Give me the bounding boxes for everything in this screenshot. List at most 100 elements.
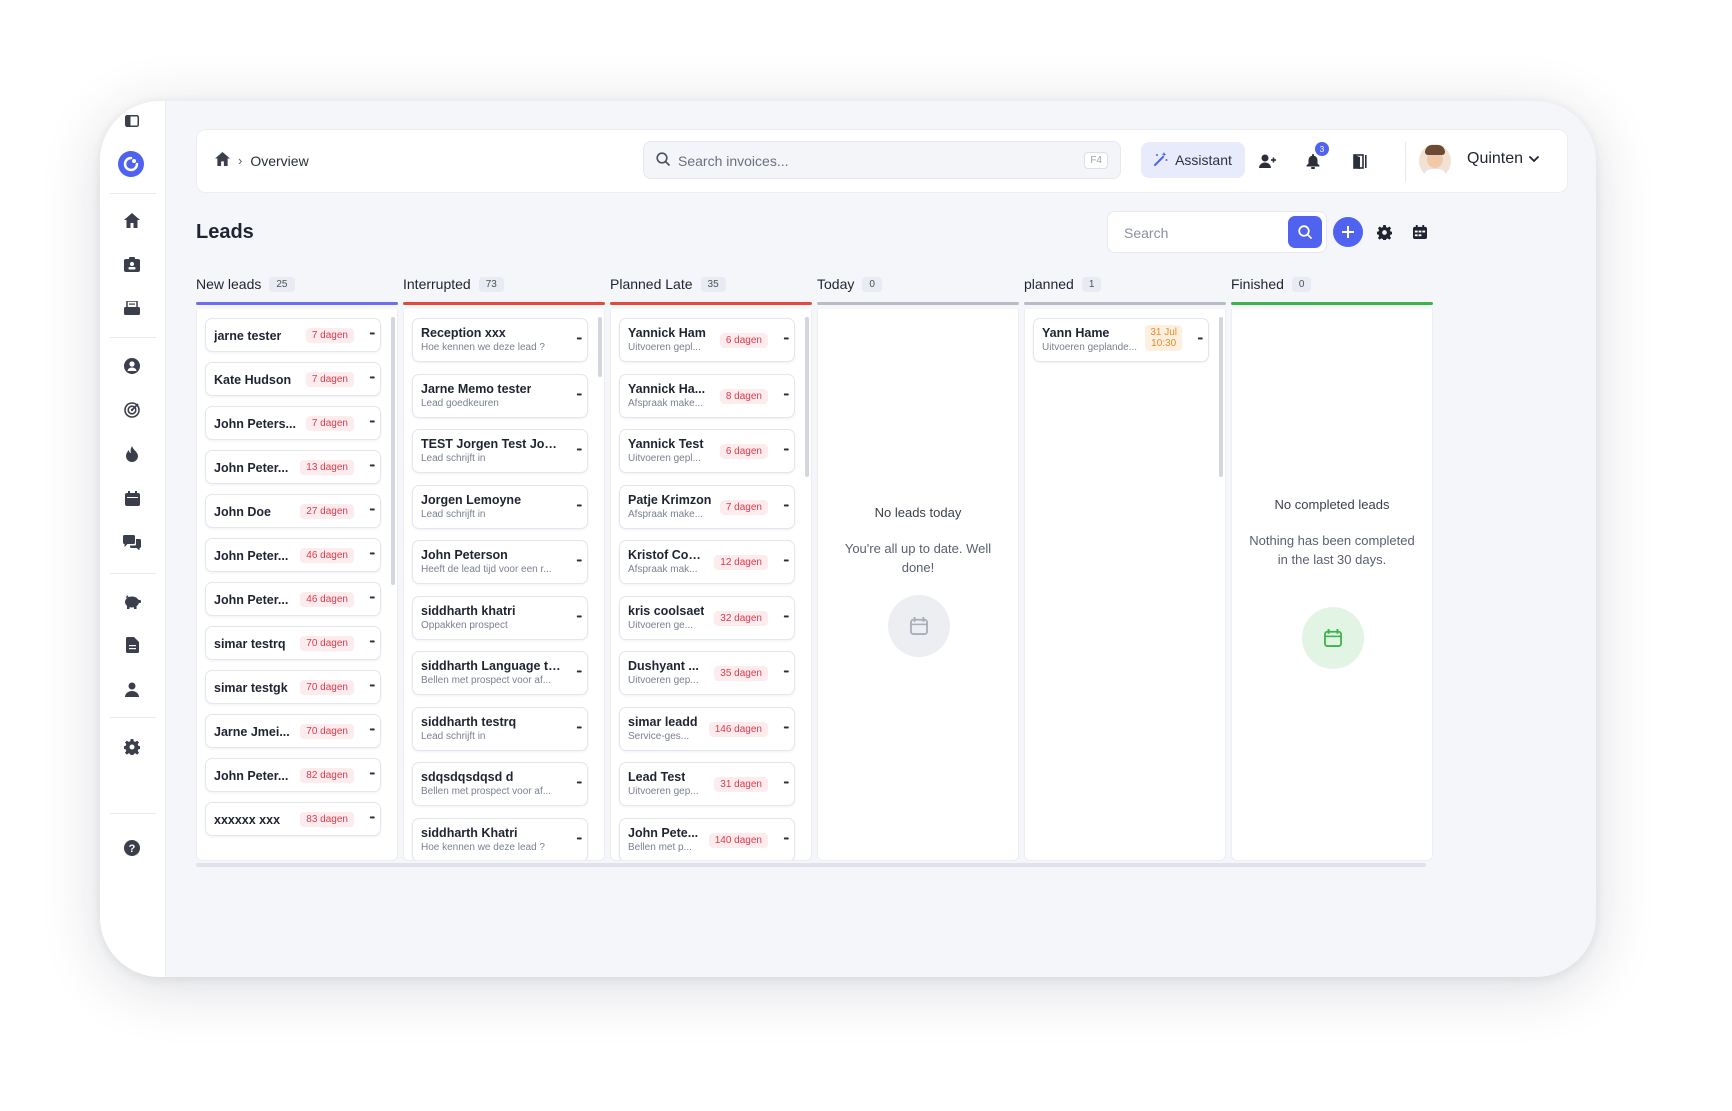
- calendar-icon[interactable]: [120, 486, 144, 510]
- lead-card[interactable]: siddharth Language test Bellen met prospe…: [412, 651, 588, 695]
- assistant-button[interactable]: Assistant: [1141, 142, 1245, 178]
- settings-icon[interactable]: [120, 735, 144, 759]
- add-user-icon[interactable]: [1256, 150, 1278, 172]
- logo-icon[interactable]: [118, 151, 144, 177]
- lead-card[interactable]: Yann Hame Uitvoeren geplande... 31 Jul 10:3…: [1033, 318, 1209, 362]
- team-icon[interactable]: [120, 677, 144, 701]
- lead-card[interactable]: John Peter... 46 dagen •••: [205, 582, 381, 616]
- home-icon[interactable]: [120, 208, 144, 232]
- column-header[interactable]: Today 0: [817, 273, 1019, 295]
- more-options-icon[interactable]: •••: [784, 725, 789, 732]
- more-options-icon[interactable]: •••: [784, 669, 789, 676]
- lead-card[interactable]: John Peter... 82 dagen •••: [205, 758, 381, 792]
- more-options-icon[interactable]: •••: [370, 639, 375, 646]
- more-options-icon[interactable]: •••: [370, 771, 375, 778]
- more-options-icon[interactable]: •••: [784, 392, 789, 399]
- more-options-icon[interactable]: •••: [577, 725, 582, 732]
- lead-card[interactable]: Yannick Ham Uitvoeren gepl... 6 dagen •••: [619, 318, 795, 362]
- more-options-icon[interactable]: •••: [370, 331, 375, 338]
- lead-card[interactable]: Jarne Memo tester Lead goedkeuren •••: [412, 373, 588, 418]
- more-options-icon[interactable]: •••: [370, 419, 375, 426]
- more-options-icon[interactable]: •••: [370, 463, 375, 470]
- vertical-scrollbar[interactable]: [391, 317, 395, 585]
- calendar-view-icon[interactable]: [1409, 221, 1431, 243]
- lead-card[interactable]: John Peter... 46 dagen •••: [205, 538, 381, 572]
- lead-card[interactable]: John Pete... Bellen met p... 140 dagen •••: [619, 817, 795, 860]
- more-options-icon[interactable]: •••: [577, 503, 582, 510]
- global-search-input[interactable]: Search invoices... F4: [643, 141, 1121, 179]
- more-options-icon[interactable]: •••: [784, 836, 789, 843]
- lead-card[interactable]: TEST Jorgen Test Jorg... Lead schrijft in…: [412, 429, 588, 473]
- more-options-icon[interactable]: •••: [784, 614, 789, 621]
- breadcrumb-current[interactable]: Overview: [250, 153, 308, 169]
- lead-card[interactable]: siddharth khatri Oppakken prospect •••: [412, 595, 588, 640]
- lead-card[interactable]: sdqsdqsdqsd d Bellen met prospect voor af…: [412, 762, 588, 806]
- lead-card[interactable]: siddharth Khatri Hoe kennen we deze lead …: [412, 817, 588, 860]
- avatar[interactable]: [1419, 144, 1451, 178]
- user-menu[interactable]: Quinten: [1467, 150, 1539, 168]
- more-options-icon[interactable]: •••: [370, 595, 375, 602]
- lead-card[interactable]: Yannick Ha... Afspraak make... 8 dagen •••: [619, 373, 795, 418]
- lead-card[interactable]: Jarne Jmei... 70 dagen •••: [205, 714, 381, 748]
- lead-card[interactable]: Patje Krimzon Afspraak make... 7 dagen •••: [619, 484, 795, 529]
- door-exit-icon[interactable]: [1349, 150, 1371, 172]
- more-options-icon[interactable]: •••: [784, 503, 789, 510]
- column-header[interactable]: Interrupted 73: [403, 273, 605, 295]
- lead-card[interactable]: Lead Test Uitvoeren gep... 31 dagen •••: [619, 762, 795, 806]
- column-header[interactable]: planned 1: [1024, 273, 1226, 295]
- document-icon[interactable]: [120, 633, 144, 657]
- more-options-icon[interactable]: •••: [784, 780, 789, 787]
- more-options-icon[interactable]: •••: [577, 392, 582, 399]
- lead-card[interactable]: Jorgen Lemoyne Lead schrijft in •••: [412, 484, 588, 529]
- user-icon[interactable]: [120, 354, 144, 378]
- panel-toggle-icon[interactable]: [120, 109, 144, 133]
- add-lead-button[interactable]: [1333, 217, 1363, 247]
- fire-icon[interactable]: [120, 442, 144, 466]
- more-options-icon[interactable]: •••: [577, 614, 582, 621]
- lead-card[interactable]: xxxxxx xxx 83 dagen •••: [205, 802, 381, 836]
- lead-card[interactable]: John Peter... 13 dagen •••: [205, 450, 381, 484]
- leads-search-input[interactable]: Search: [1107, 211, 1327, 253]
- more-options-icon[interactable]: •••: [784, 447, 789, 454]
- vertical-scrollbar[interactable]: [805, 317, 809, 477]
- more-options-icon[interactable]: •••: [370, 815, 375, 822]
- lead-card[interactable]: simar testrq 70 dagen •••: [205, 626, 381, 660]
- lead-card[interactable]: simar testgk 70 dagen •••: [205, 670, 381, 704]
- inbox-icon[interactable]: [120, 296, 144, 320]
- home-icon[interactable]: [215, 152, 230, 169]
- target-icon[interactable]: [120, 398, 144, 422]
- lead-card[interactable]: John Peterson Heeft de lead tijd voor een…: [412, 540, 588, 584]
- column-header[interactable]: New leads 25: [196, 273, 398, 295]
- lead-card[interactable]: Yannick Test Uitvoeren gepl... 6 dagen •••: [619, 429, 795, 473]
- chat-icon[interactable]: [120, 530, 144, 554]
- more-options-icon[interactable]: •••: [784, 336, 789, 343]
- more-options-icon[interactable]: •••: [577, 558, 582, 565]
- lead-card[interactable]: simar leadd Service-ges... 146 dagen •••: [619, 706, 795, 751]
- lead-card[interactable]: Reception xxx Hoe kennen we deze lead ? ••…: [412, 318, 588, 362]
- lead-card[interactable]: John Doe 27 dagen •••: [205, 494, 381, 528]
- horizontal-scrollbar[interactable]: [196, 863, 1426, 867]
- column-header[interactable]: Finished 0: [1231, 273, 1433, 295]
- more-options-icon[interactable]: •••: [577, 447, 582, 454]
- more-options-icon[interactable]: •••: [370, 375, 375, 382]
- lead-card[interactable]: John Peters... 7 dagen •••: [205, 406, 381, 440]
- more-options-icon[interactable]: •••: [1198, 336, 1203, 343]
- column-header[interactable]: Planned Late 35: [610, 273, 812, 295]
- more-options-icon[interactable]: •••: [784, 558, 789, 565]
- lead-card[interactable]: Dushyant ... Uitvoeren gep... 35 dagen •••: [619, 651, 795, 695]
- contacts-icon[interactable]: [120, 252, 144, 276]
- lead-card[interactable]: jarne tester 7 dagen •••: [205, 318, 381, 352]
- piggy-bank-icon[interactable]: [120, 589, 144, 613]
- search-button[interactable]: [1288, 216, 1322, 248]
- bell-icon[interactable]: 3: [1302, 142, 1329, 172]
- vertical-scrollbar[interactable]: [598, 317, 602, 377]
- lead-card[interactable]: Kate Hudson 7 dagen •••: [205, 362, 381, 396]
- more-options-icon[interactable]: •••: [577, 780, 582, 787]
- help-icon[interactable]: ?: [120, 836, 144, 860]
- lead-card[interactable]: Kristof Coo... Afspraak mak... 12 dagen •••: [619, 540, 795, 584]
- more-options-icon[interactable]: •••: [577, 669, 582, 676]
- more-options-icon[interactable]: •••: [577, 836, 582, 843]
- lead-card[interactable]: siddharth testrq Lead schrijft in •••: [412, 706, 588, 751]
- lead-card[interactable]: kris coolsaet Uitvoeren ge... 32 dagen •••: [619, 595, 795, 640]
- gear-icon[interactable]: [1373, 221, 1395, 243]
